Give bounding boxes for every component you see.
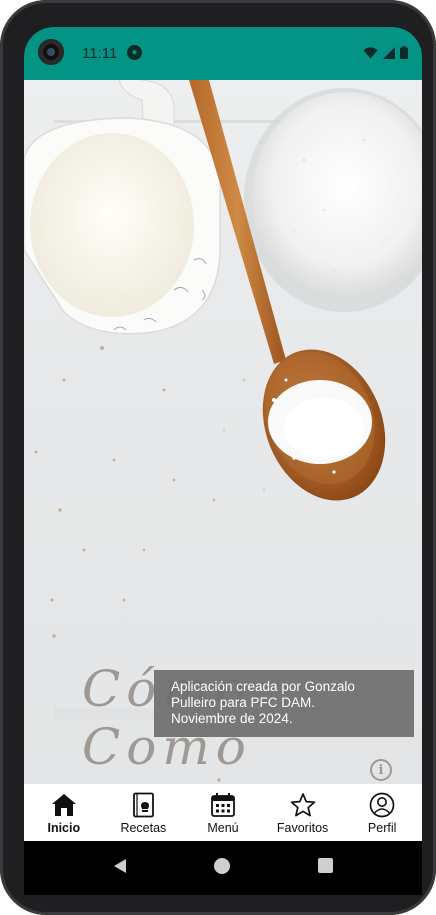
nav-item-recetas[interactable]: Recetas xyxy=(104,784,184,841)
recipe-book-icon xyxy=(133,792,155,818)
nav-label-perfil: Perfil xyxy=(367,821,397,835)
home-hero-image: Cómo Como Aplicación creada por Gonzalo … xyxy=(24,80,422,784)
home-system-button[interactable] xyxy=(214,858,230,874)
signal-icon xyxy=(383,46,395,59)
info-icon: i xyxy=(378,762,384,778)
status-time: 11:11 xyxy=(82,45,118,62)
app-notification-icon: ● xyxy=(127,45,142,60)
info-toast: Aplicación creada por Gonzalo Pulleiro p… xyxy=(154,670,414,737)
home-icon xyxy=(51,794,76,816)
bottom-navigation: Inicio Recetas Menú Favoritos Perfil xyxy=(24,784,422,841)
calendar-icon xyxy=(211,793,235,817)
nav-item-menu[interactable]: Menú xyxy=(183,784,263,841)
phone-frame: 11:11 ● Como Aplicación creada por Gonza… xyxy=(0,0,436,915)
battery-icon xyxy=(400,46,408,59)
nav-item-perfil[interactable]: Perfil xyxy=(342,784,422,841)
profile-icon xyxy=(369,792,395,818)
nav-item-favoritos[interactable]: Favoritos xyxy=(263,784,343,841)
toast-line-3: Noviembre de 2024. xyxy=(171,711,293,726)
wifi-icon xyxy=(363,46,378,58)
nav-item-inicio[interactable]: Inicio xyxy=(24,784,104,841)
back-icon[interactable] xyxy=(112,858,128,874)
recent-apps-button[interactable] xyxy=(318,858,333,873)
nav-label-favoritos: Favoritos xyxy=(276,821,329,835)
info-button[interactable]: i xyxy=(370,759,392,781)
screen: 11:11 ● Como Aplicación creada por Gonza… xyxy=(24,27,422,895)
nav-label-recetas: Recetas xyxy=(120,821,167,835)
toast-line-1: Aplicación creada por Gonzalo xyxy=(171,679,355,694)
status-bar: 11:11 ● xyxy=(24,27,422,80)
front-camera xyxy=(38,39,64,65)
toast-line-2: Pulleiro para PFC DAM. xyxy=(171,695,316,710)
status-icons xyxy=(363,46,408,59)
system-navigation-bar xyxy=(24,841,422,895)
nav-label-inicio: Inicio xyxy=(47,821,81,835)
star-icon xyxy=(290,793,315,817)
nav-label-menu: Menú xyxy=(207,821,239,835)
